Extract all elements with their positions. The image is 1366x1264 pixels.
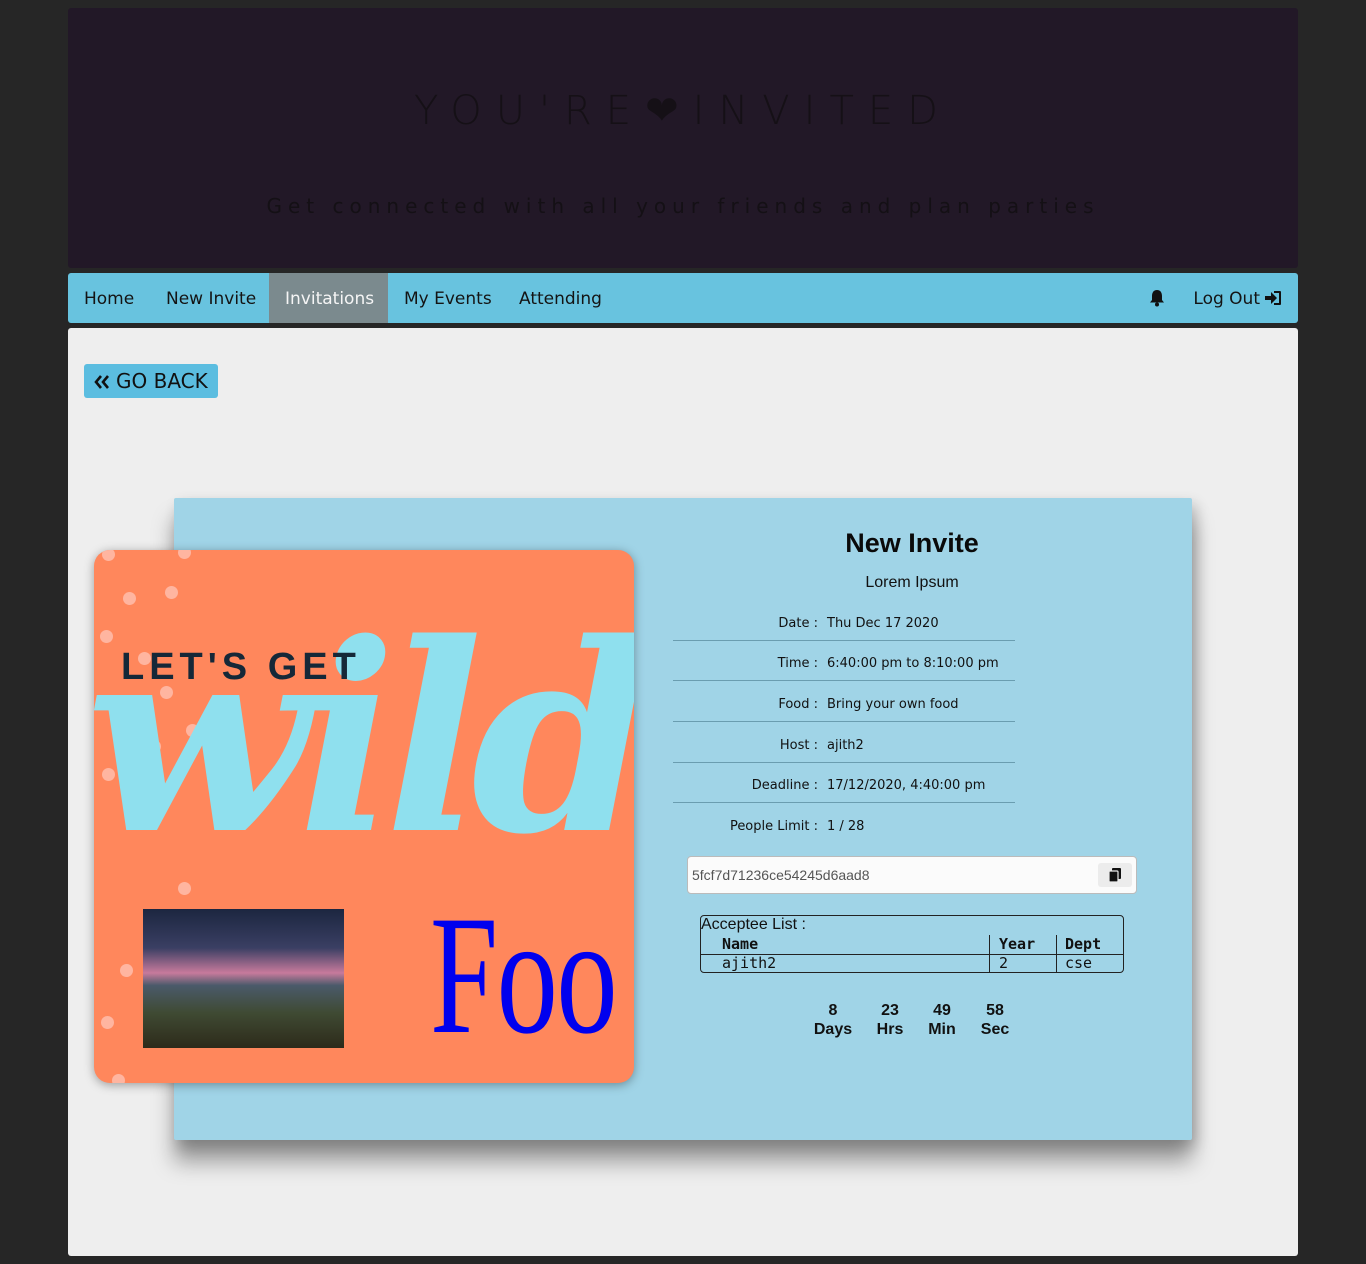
nav-new-invite[interactable]: New Invite — [150, 273, 272, 323]
logout-button[interactable]: Log Out — [1193, 273, 1282, 323]
poster-photo — [143, 909, 344, 1048]
detail-value: ajith2 — [827, 738, 864, 753]
invite-title: New Invite — [845, 528, 979, 558]
detail-label: Host : — [779, 738, 818, 753]
go-back-button[interactable]: GO BACK — [84, 364, 218, 398]
copy-code-button[interactable] — [1098, 863, 1132, 887]
col-header-dept: Dept — [1065, 935, 1102, 953]
sign-in-icon — [1265, 291, 1281, 305]
countdown-unit: Days — [813, 1021, 853, 1038]
acceptee-caption: Acceptee List : — [701, 916, 806, 933]
col-header-year: Year — [999, 935, 1036, 953]
countdown-seconds: 58 Sec — [972, 1001, 1018, 1039]
detail-value: Thu Dec 17 2020 — [827, 616, 939, 631]
detail-deadline: Deadline : 17/12/2020, 4:40:00 pm — [673, 761, 1015, 803]
poster-caption: Foo — [430, 881, 618, 1069]
clipboard-icon — [1109, 868, 1121, 882]
col-header-name: Name — [722, 935, 759, 953]
countdown-days: 8 Days — [808, 1001, 858, 1039]
detail-value: Bring your own food — [827, 697, 959, 712]
table-cell-dept: cse — [1065, 954, 1093, 972]
detail-date: Date : Thu Dec 17 2020 — [673, 599, 1015, 641]
invite-description: Lorem Ipsum — [865, 574, 959, 591]
detail-food: Food : Bring your own food — [673, 680, 1015, 722]
nav-my-events[interactable]: My Events — [388, 273, 508, 323]
countdown-hours: 23 Hrs — [866, 1001, 914, 1039]
invite-poster: wild LET'S GET Foo — [94, 550, 634, 1083]
countdown-unit: Min — [928, 1021, 956, 1038]
countdown-value: 23 — [881, 1002, 899, 1019]
countdown-value: 49 — [933, 1002, 951, 1019]
detail-value: 17/12/2020, 4:40:00 pm — [827, 778, 986, 793]
table-divider — [989, 935, 990, 972]
countdown-value: 8 — [828, 1002, 838, 1019]
detail-label: People Limit : — [729, 819, 818, 834]
invite-code-field[interactable]: 5fcf7d71236ce54245d6aad8 — [687, 856, 1137, 894]
detail-people-limit: People Limit : 1 / 28 — [673, 802, 1015, 843]
table-divider — [1056, 935, 1057, 972]
detail-label: Date : — [778, 616, 818, 631]
acceptee-table: Acceptee List : Name Year Dept ajith2 2 … — [700, 915, 1124, 973]
detail-label: Deadline : — [751, 778, 818, 793]
hero-banner: YOU'RE❤INVITED Get connected with all yo… — [68, 8, 1298, 268]
table-cell-year: 2 — [999, 954, 1009, 972]
site-subtitle: Get connected with all your friends and … — [266, 194, 1100, 218]
detail-time: Time : 6:40:00 pm to 8:10:00 pm — [673, 639, 1015, 681]
poster-headline: LET'S GET — [121, 646, 361, 688]
go-back-label: GO BACK — [116, 369, 208, 393]
table-cell-name: ajith2 — [722, 954, 777, 972]
invite-code-text: 5fcf7d71236ce54245d6aad8 — [692, 867, 870, 883]
double-chevron-left-icon — [94, 375, 109, 389]
logout-label: Log Out — [1193, 289, 1260, 309]
countdown-minutes: 49 Min — [919, 1001, 965, 1039]
nav-attending[interactable]: Attending — [503, 273, 618, 323]
navbar: Home New Invite Invitations My Events At… — [68, 273, 1298, 323]
detail-value: 6:40:00 pm to 8:10:00 pm — [827, 656, 999, 671]
site-title: YOU'RE❤INVITED — [414, 88, 952, 134]
detail-label: Food : — [778, 697, 818, 712]
nav-invitations[interactable]: Invitations — [269, 273, 388, 323]
nav-home[interactable]: Home — [68, 273, 150, 323]
countdown-value: 58 — [986, 1002, 1004, 1019]
detail-host: Host : ajith2 — [673, 721, 1015, 763]
countdown-unit: Sec — [980, 1021, 1010, 1038]
countdown-unit: Hrs — [876, 1021, 904, 1038]
bell-icon[interactable] — [1147, 288, 1167, 308]
detail-label: Time : — [777, 656, 818, 671]
detail-value: 1 / 28 — [827, 819, 865, 834]
